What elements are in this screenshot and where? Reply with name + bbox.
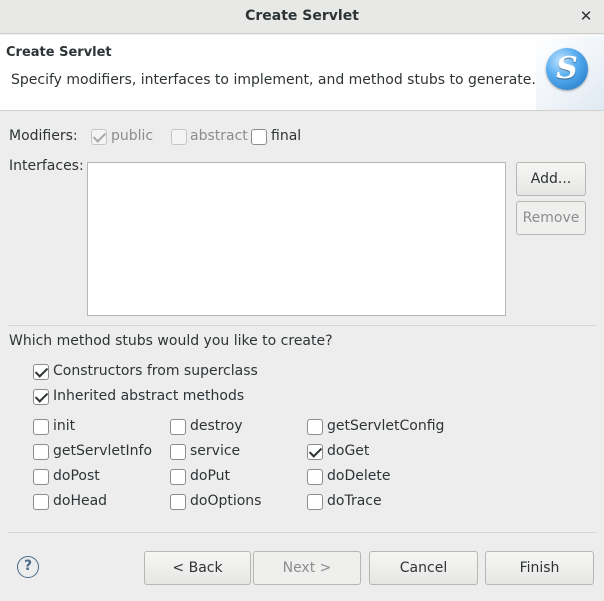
cancel-button[interactable]: Cancel — [369, 551, 478, 585]
init-checkbox[interactable] — [33, 419, 49, 435]
separator — [8, 532, 596, 533]
wizard-page-title: Create Servlet — [6, 45, 112, 60]
getservletconfig-checkbox[interactable] — [307, 419, 323, 435]
final-checkbox[interactable] — [251, 129, 267, 145]
dooptions-label: doOptions — [190, 493, 262, 509]
getservletconfig-label: getServletConfig — [327, 418, 445, 434]
interfaces-label: Interfaces: — [9, 158, 84, 174]
help-icon[interactable]: ? — [17, 556, 39, 578]
constructors-checkbox[interactable] — [33, 364, 49, 380]
dopost-label: doPost — [53, 468, 100, 484]
doput-label: doPut — [190, 468, 231, 484]
servlet-wizard-icon: S — [536, 36, 604, 110]
dohead-checkbox[interactable] — [33, 494, 49, 510]
interfaces-list[interactable] — [87, 162, 506, 316]
abstract-checkbox[interactable] — [171, 129, 187, 145]
next-button[interactable]: Next > — [253, 551, 361, 585]
getservletinfo-label: getServletInfo — [53, 443, 153, 459]
destroy-checkbox[interactable] — [170, 419, 186, 435]
dodelete-checkbox[interactable] — [307, 469, 323, 485]
servlet-logo-letter: S — [556, 51, 578, 86]
dotrace-label: doTrace — [327, 493, 382, 509]
modifiers-label: Modifiers: — [9, 128, 78, 144]
dohead-label: doHead — [53, 493, 108, 509]
separator — [8, 325, 596, 326]
doget-label: doGet — [327, 443, 370, 459]
service-label: service — [190, 443, 241, 459]
service-checkbox[interactable] — [170, 444, 186, 460]
dodelete-label: doDelete — [327, 468, 391, 484]
back-button[interactable]: < Back — [144, 551, 251, 585]
dotrace-checkbox[interactable] — [307, 494, 323, 510]
inherited-abstract-checkbox[interactable] — [33, 389, 49, 405]
title-bar: Create Servlet ✕ — [0, 0, 604, 34]
inherited-abstract-label: Inherited abstract methods — [53, 388, 245, 404]
getservletinfo-checkbox[interactable] — [33, 444, 49, 460]
wizard-page-description: Specify modifiers, interfaces to impleme… — [11, 72, 536, 88]
wizard-header: Create Servlet Specify modifiers, interf… — [0, 35, 604, 111]
window-title: Create Servlet — [245, 8, 359, 24]
destroy-label: destroy — [190, 418, 243, 434]
public-checkbox[interactable] — [91, 129, 107, 145]
abstract-label: abstract — [190, 128, 248, 144]
add-interface-button[interactable]: Add... — [516, 162, 586, 196]
final-label: final — [271, 128, 302, 144]
dopost-checkbox[interactable] — [33, 469, 49, 485]
constructors-label: Constructors from superclass — [53, 363, 258, 379]
method-stubs-question: Which method stubs would you like to cre… — [9, 333, 333, 349]
dooptions-checkbox[interactable] — [170, 494, 186, 510]
doput-checkbox[interactable] — [170, 469, 186, 485]
public-label: public — [111, 128, 154, 144]
doget-checkbox[interactable] — [307, 444, 323, 460]
init-label: init — [53, 418, 76, 434]
remove-interface-button[interactable]: Remove — [516, 201, 586, 235]
finish-button[interactable]: Finish — [485, 551, 594, 585]
close-icon[interactable]: ✕ — [577, 7, 595, 25]
